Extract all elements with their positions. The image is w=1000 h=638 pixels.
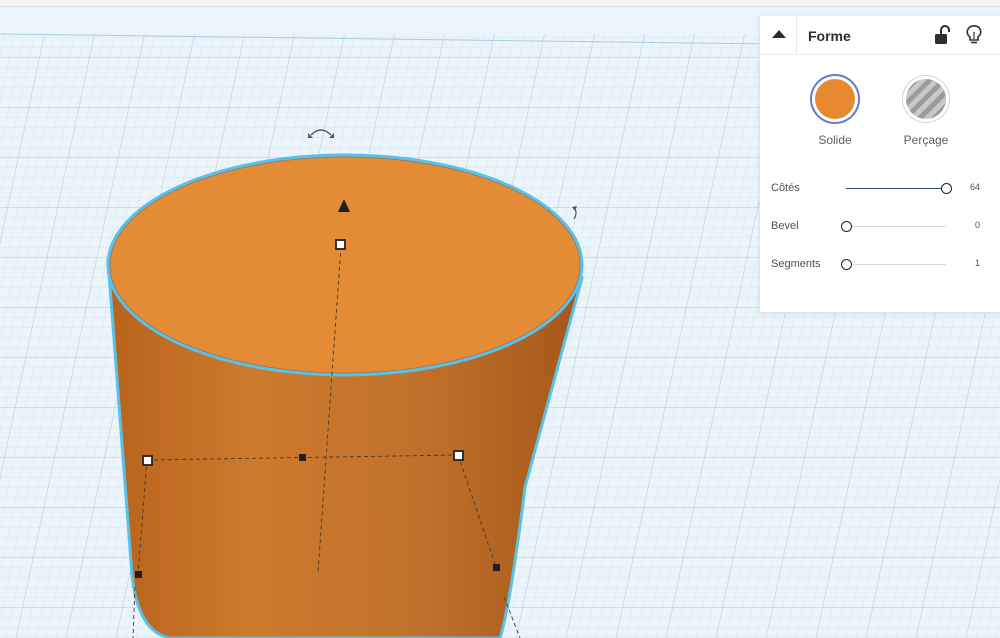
hole-mode-option[interactable]: Perçage [886, 79, 966, 147]
panel-title: Forme [808, 28, 851, 44]
sides-value[interactable]: 64 [970, 182, 980, 192]
bevel-slider[interactable] [841, 221, 946, 232]
top-toolbar-edge [0, 0, 1000, 7]
sides-property-row: Côtés 64 [760, 171, 1000, 209]
bevel-value[interactable]: 0 [975, 220, 980, 230]
bevel-property-row: Bevel 0 [760, 209, 1000, 247]
segments-slider-knob[interactable] [841, 259, 852, 270]
corner-handle-right[interactable] [453, 450, 464, 461]
sides-slider[interactable] [846, 183, 952, 194]
sides-label: Côtés [771, 182, 800, 194]
panel-header: Forme [760, 16, 1000, 55]
bevel-label: Bevel [771, 220, 799, 232]
top-center-handle[interactable] [335, 239, 346, 250]
shape-properties-panel: Forme Solide Perçage Côtés 64 Bevel 0 Se… [759, 16, 1000, 313]
cylinder-top-face[interactable] [106, 153, 584, 377]
segments-label: Segments [771, 258, 821, 270]
solid-color-swatch[interactable] [815, 79, 855, 119]
caret-up-icon [772, 30, 786, 38]
bevel-slider-knob[interactable] [841, 221, 852, 232]
hole-mode-label: Perçage [903, 133, 949, 147]
lower-handle-right[interactable] [493, 564, 500, 571]
collapse-panel-button[interactable] [760, 16, 797, 54]
segments-slider[interactable] [841, 259, 946, 270]
segments-property-row: Segments 1 [760, 247, 1000, 285]
solid-mode-label: Solide [818, 133, 852, 147]
segments-value[interactable]: 1 [975, 258, 980, 268]
sides-slider-fill [846, 188, 946, 189]
solid-mode-option[interactable]: Solide [795, 79, 875, 147]
solid-hole-selector: Solide Perçage [760, 55, 1000, 171]
sides-slider-knob[interactable] [941, 183, 952, 194]
lower-handle-left[interactable] [135, 571, 142, 578]
unlock-icon[interactable] [932, 24, 952, 46]
lightbulb-icon[interactable] [964, 24, 984, 46]
corner-handle-left[interactable] [142, 455, 153, 466]
edge-midpoint-handle[interactable] [299, 454, 306, 461]
hole-pattern-swatch[interactable] [906, 79, 946, 119]
